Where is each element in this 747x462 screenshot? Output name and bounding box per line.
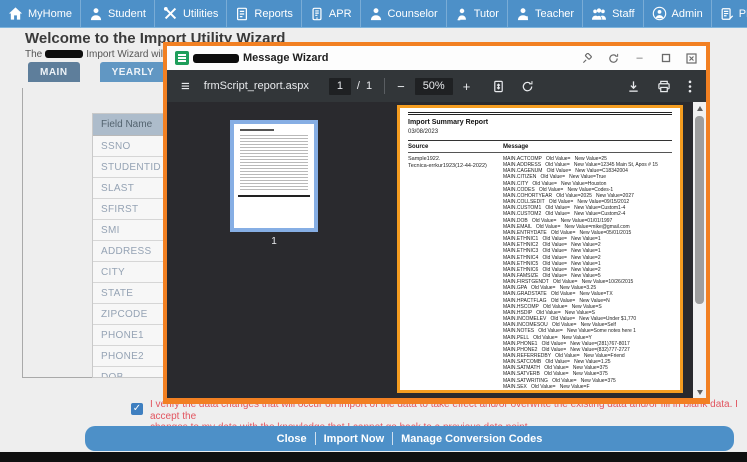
window-controls: – <box>581 52 698 65</box>
zoom-in-button[interactable]: + <box>463 79 471 94</box>
scrollbar-down-arrow[interactable] <box>693 386 706 398</box>
thumbnail-page-number: 1 <box>271 236 277 247</box>
report-message-list: MAIN.ACTCOMP Old Value= New Value=25 MAIN… <box>503 156 672 393</box>
report-message-row: MAIN.SLAST Old Value= New Value=Sample73… <box>503 389 621 393</box>
nav-item-admin[interactable]: Admin <box>644 0 712 27</box>
nav-item-tutor[interactable]: Tutor <box>447 0 508 27</box>
scrollbar-up-arrow[interactable] <box>693 102 706 114</box>
utilities-icon <box>163 6 177 20</box>
teacher-icon <box>517 7 529 20</box>
page-separator: / <box>356 80 360 92</box>
student-icon <box>90 7 102 20</box>
app-screen: MyHome Student Utilities Reports APR Cou… <box>0 0 747 462</box>
nav-label: MyHome <box>28 7 73 20</box>
minimize-icon[interactable]: – <box>633 52 646 65</box>
import-now-button[interactable]: Import Now <box>324 433 385 445</box>
nav-item-staff[interactable]: Staff <box>583 0 644 27</box>
message-column-header: Message <box>503 144 529 150</box>
rotate-icon[interactable] <box>521 80 534 93</box>
nav-item-pe-parent[interactable]: PE Par <box>712 0 747 27</box>
report-column-headers: Source Message <box>408 141 672 153</box>
thumbnail-text-lines <box>240 133 308 191</box>
modal-title-bar: Message Wizard – <box>167 46 706 70</box>
fit-to-page-icon[interactable] <box>492 80 505 93</box>
message-wizard-modal: Message Wizard – ≡ frmScript_report.aspx… <box>163 42 710 404</box>
page-number-input[interactable]: 1 <box>328 77 351 95</box>
nav-item-utilities[interactable]: Utilities <box>155 0 228 27</box>
modal-title: Message Wizard <box>243 52 329 64</box>
download-icon[interactable] <box>627 80 640 93</box>
redacted-brand-name <box>45 50 84 59</box>
modal-scrollbar[interactable] <box>693 102 706 398</box>
reports-icon <box>237 7 248 20</box>
pe-parent-icon <box>721 7 733 20</box>
pdf-filename: frmScript_report.aspx <box>203 80 309 92</box>
source-line-1: Sample1922. <box>408 156 441 162</box>
maximize-icon[interactable] <box>659 52 672 65</box>
thumbnail-title-line <box>240 129 274 131</box>
refresh-icon[interactable] <box>607 52 620 65</box>
nav-label: Reports <box>254 7 293 20</box>
scrollbar-thumb[interactable] <box>695 116 704 304</box>
report-body: Sample1922. Tecnica-errkur1923(12-44-202… <box>408 153 672 393</box>
source-column-header: Source <box>408 144 429 150</box>
top-nav-bar: MyHome Student Utilities Reports APR Cou… <box>0 0 747 28</box>
close-button[interactable]: Close <box>277 433 307 445</box>
report-title: Import Summary Report <box>408 119 489 126</box>
footer-divider <box>392 432 394 445</box>
nav-item-counselor[interactable]: Counselor <box>361 0 447 27</box>
bottom-black-strip <box>0 452 747 462</box>
source-line-2: Tecnica-errkur1923(12-44-2022) <box>408 163 487 169</box>
print-icon[interactable] <box>657 80 671 93</box>
nav-label: PE Par <box>738 7 747 20</box>
nav-item-student[interactable]: Student <box>81 0 155 27</box>
page-total: 1 <box>365 80 373 92</box>
manage-conversion-codes-button[interactable]: Manage Conversion Codes <box>401 433 542 445</box>
zoom-level-input[interactable]: 50% <box>414 77 453 95</box>
pin-icon[interactable] <box>581 52 594 65</box>
report-page: Import Summary Report 03/08/2023 Source … <box>397 105 683 393</box>
nav-label: APR <box>328 7 352 20</box>
tab-yearly[interactable]: YEARLY <box>99 62 167 82</box>
more-options-icon[interactable] <box>688 80 692 93</box>
apr-icon <box>312 7 322 20</box>
footer-action-bar: Close Import Now Manage Conversion Codes <box>85 426 734 451</box>
nav-label: Tutor <box>473 7 499 20</box>
nav-label: Staff <box>612 7 635 20</box>
report-top-rule <box>408 112 672 115</box>
close-icon[interactable] <box>685 52 698 65</box>
nav-label: Utilities <box>182 7 219 20</box>
nav-label: Teacher <box>534 7 575 20</box>
pdf-viewer-canvas: 1 Import Summary Report 03/08/2023 Sourc… <box>167 102 693 398</box>
report-date: 03/08/2023 <box>408 129 439 135</box>
nav-label: Counselor <box>387 7 438 20</box>
staff-icon <box>592 7 607 20</box>
tab-main[interactable]: MAIN <box>28 62 80 82</box>
redacted-brand-name <box>193 53 239 63</box>
page-thumbnail[interactable] <box>230 120 318 232</box>
admin-icon <box>652 6 666 21</box>
counselor-icon <box>370 7 381 20</box>
thumbnail-bottom-rule <box>238 195 310 197</box>
footer-divider <box>314 432 316 445</box>
pdf-toolbar: ≡ frmScript_report.aspx 1 / 1 − 50% + <box>167 70 706 102</box>
report-document-icon <box>175 51 189 65</box>
nav-label: Admin <box>671 7 703 20</box>
home-icon <box>8 7 23 20</box>
nav-item-reports[interactable]: Reports <box>227 0 302 27</box>
tutor-icon <box>457 8 466 20</box>
nav-item-apr[interactable]: APR <box>302 0 361 27</box>
toolbar-right-group <box>627 80 692 93</box>
toolbar-divider <box>384 78 386 94</box>
menu-icon[interactable]: ≡ <box>181 78 190 95</box>
nav-item-myhome[interactable]: MyHome <box>0 0 82 27</box>
pdf-viewer-row: 1 Import Summary Report 03/08/2023 Sourc… <box>167 102 706 398</box>
report-source-cell: Sample1922. Tecnica-errkur1923(12-44-202… <box>408 156 503 390</box>
zoom-out-button[interactable]: − <box>397 79 405 94</box>
nav-item-teacher[interactable]: Teacher <box>508 0 584 27</box>
verify-checkbox[interactable]: ✓ <box>131 403 143 415</box>
page-subtitle: The Import Wizard will he <box>25 49 180 60</box>
nav-label: Student <box>108 7 146 20</box>
